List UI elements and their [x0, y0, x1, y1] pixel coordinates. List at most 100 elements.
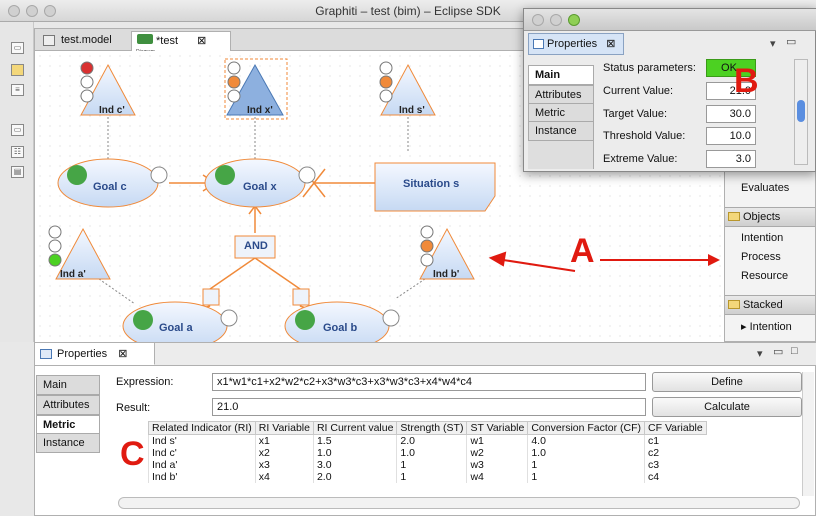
eclipse-window: Graphiti – test (bim) – Eclipse SDK ▭ ≡ … [0, 0, 816, 516]
table-row[interactable]: Ind s' x1 1.5 2.0 w1 4.0 c1 [148, 434, 707, 447]
metric-column-header[interactable]: ST Variable [466, 421, 529, 435]
folder-icon[interactable] [11, 64, 24, 76]
tab-test-model[interactable]: test.model [37, 31, 120, 51]
goal-a-label: Goal a [159, 322, 193, 334]
define-button[interactable]: Define [652, 372, 802, 392]
palette-item-process[interactable]: Process [741, 251, 781, 263]
table-cell: 1.0 [312, 447, 397, 459]
minimize-window-button[interactable] [550, 14, 562, 26]
threshold-value-label: Threshold Value: [603, 130, 686, 142]
palette-group-stacked[interactable]: Stacked [725, 295, 815, 315]
folder-icon [728, 300, 740, 309]
extreme-value-label: Extreme Value: [603, 153, 678, 165]
tab-label: test.model [61, 34, 112, 46]
metric-column-header[interactable]: RI Current value [312, 421, 398, 435]
maximize-view-icon[interactable]: □ [791, 345, 798, 357]
table-cell: 1 [527, 471, 645, 483]
tab-label: *test [156, 35, 179, 47]
table-cell: 4.0 [527, 434, 645, 447]
floating-titlebar [524, 9, 816, 31]
tab-main[interactable]: Main [36, 375, 100, 395]
scrollbar-thumb[interactable] [797, 100, 805, 122]
threshold-value-field[interactable]: 10.0 [706, 127, 756, 145]
folder-icon [728, 212, 740, 221]
close-window-button[interactable] [8, 5, 20, 17]
annotation-c: C [120, 435, 145, 473]
palette-group-objects[interactable]: Objects [725, 207, 815, 227]
result-field[interactable]: 21.0 [212, 398, 646, 416]
tab-test-diagram[interactable]: Diagram *test ⊠ [131, 31, 231, 55]
float-tab-main[interactable]: Main [528, 65, 594, 85]
ind-s-label: Ind s' [399, 105, 425, 116]
hierarchy-icon[interactable]: ≡ [11, 84, 24, 96]
table-cell: 1.5 [312, 434, 397, 447]
metric-column-header[interactable]: Strength (ST) [396, 421, 468, 435]
properties-icon [40, 349, 52, 359]
close-tab-icon[interactable]: ⊠ [197, 35, 206, 47]
target-value-label: Target Value: [603, 108, 668, 120]
extreme-value-field[interactable]: 3.0 [706, 150, 756, 168]
table-cell: 1 [396, 471, 467, 483]
palette-group-label: Objects [743, 211, 781, 223]
palette-item-label: Intention [749, 321, 792, 333]
metric-column-header[interactable]: Conversion Factor (CF) [527, 421, 646, 435]
current-value-label: Current Value: [603, 85, 674, 97]
table-row[interactable]: Ind b' x4 2.0 1 w4 1 c4 [148, 471, 707, 483]
view-menu-icon[interactable]: ▾ [757, 347, 763, 360]
tab-attributes[interactable]: Attributes [36, 395, 100, 415]
float-tab-metric[interactable]: Metric [528, 103, 594, 123]
metric-column-header[interactable]: CF Variable [644, 421, 707, 435]
palette-item-stacked-intention[interactable]: ▸ Intention [741, 320, 792, 333]
result-label: Result: [116, 402, 151, 414]
table-row[interactable]: Ind c' x2 1.0 1.0 w2 1.0 c2 [148, 447, 707, 459]
close-view-icon[interactable]: ⊠ [606, 38, 615, 50]
floating-scrollbar[interactable] [794, 59, 808, 165]
palette-item-evaluates[interactable]: Evaluates [741, 182, 789, 194]
metric-column-header[interactable]: Related Indicator (RI) [148, 421, 256, 435]
table-cell: x4 [254, 471, 314, 483]
metric-table-header: Related Indicator (RI) RI Variable RI Curr… [148, 421, 707, 435]
restore-icon[interactable]: ▭ [11, 42, 24, 54]
table-cell: 1.0 [396, 447, 467, 459]
table-cell: w4 [466, 471, 528, 483]
and-label: AND [244, 240, 268, 252]
table-cell: 2.0 [312, 471, 397, 483]
float-tab-instance[interactable]: Instance [528, 121, 594, 141]
close-view-icon[interactable]: ⊠ [118, 348, 127, 360]
view-menu-icon[interactable]: ▾ [770, 37, 776, 50]
ind-a-label: Ind a' [60, 269, 86, 280]
zoom-window-button[interactable] [568, 14, 580, 26]
zoom-window-button[interactable] [44, 5, 56, 17]
expand-triangle-icon: ▸ [741, 321, 750, 333]
table-cell: Ind a' [148, 459, 256, 471]
arrow-a-left [488, 251, 576, 272]
floating-properties-tab[interactable]: Properties ⊠ [528, 33, 624, 55]
properties-view-icon[interactable]: ▤ [11, 166, 24, 178]
properties-view-title: Properties [57, 348, 108, 360]
expression-field[interactable]: x1*w1*c1+x2*w2*c2+x3*w3*c3+x3*w3*c3+x4*w… [212, 373, 646, 391]
properties-vertical-scrollbar[interactable] [802, 372, 814, 496]
metric-column-header[interactable]: RI Variable [254, 421, 314, 435]
properties-horizontal-scrollbar[interactable] [118, 497, 800, 509]
calculate-button[interactable]: Calculate [652, 397, 802, 417]
goal-b-label: Goal b [323, 322, 358, 334]
expression-label: Expression: [116, 376, 174, 388]
table-row[interactable]: Ind a' x3 3.0 1 w3 1 c3 [148, 459, 707, 471]
close-window-button[interactable] [532, 14, 544, 26]
tab-instance[interactable]: Instance [36, 433, 100, 453]
properties-view-tab[interactable]: Properties ⊠ [35, 343, 155, 365]
table-cell: x1 [254, 434, 314, 447]
minimize-view-icon[interactable]: ▭ [773, 345, 783, 358]
float-tab-attributes[interactable]: Attributes [528, 85, 594, 105]
goal-x-label: Goal x [243, 181, 277, 193]
tab-metric[interactable]: Metric [36, 415, 100, 435]
minimize-window-button[interactable] [26, 5, 38, 17]
target-value-field[interactable]: 30.0 [706, 105, 756, 123]
minimize-view-icon[interactable]: ▭ [786, 35, 796, 48]
arrow-a-right [600, 254, 720, 266]
palette-item-intention[interactable]: Intention [741, 232, 783, 244]
palette-item-resource[interactable]: Resource [741, 270, 788, 282]
table-cell: Ind s' [148, 434, 256, 447]
outline-icon[interactable]: ☷ [11, 146, 24, 158]
restore-icon[interactable]: ▭ [11, 124, 24, 136]
